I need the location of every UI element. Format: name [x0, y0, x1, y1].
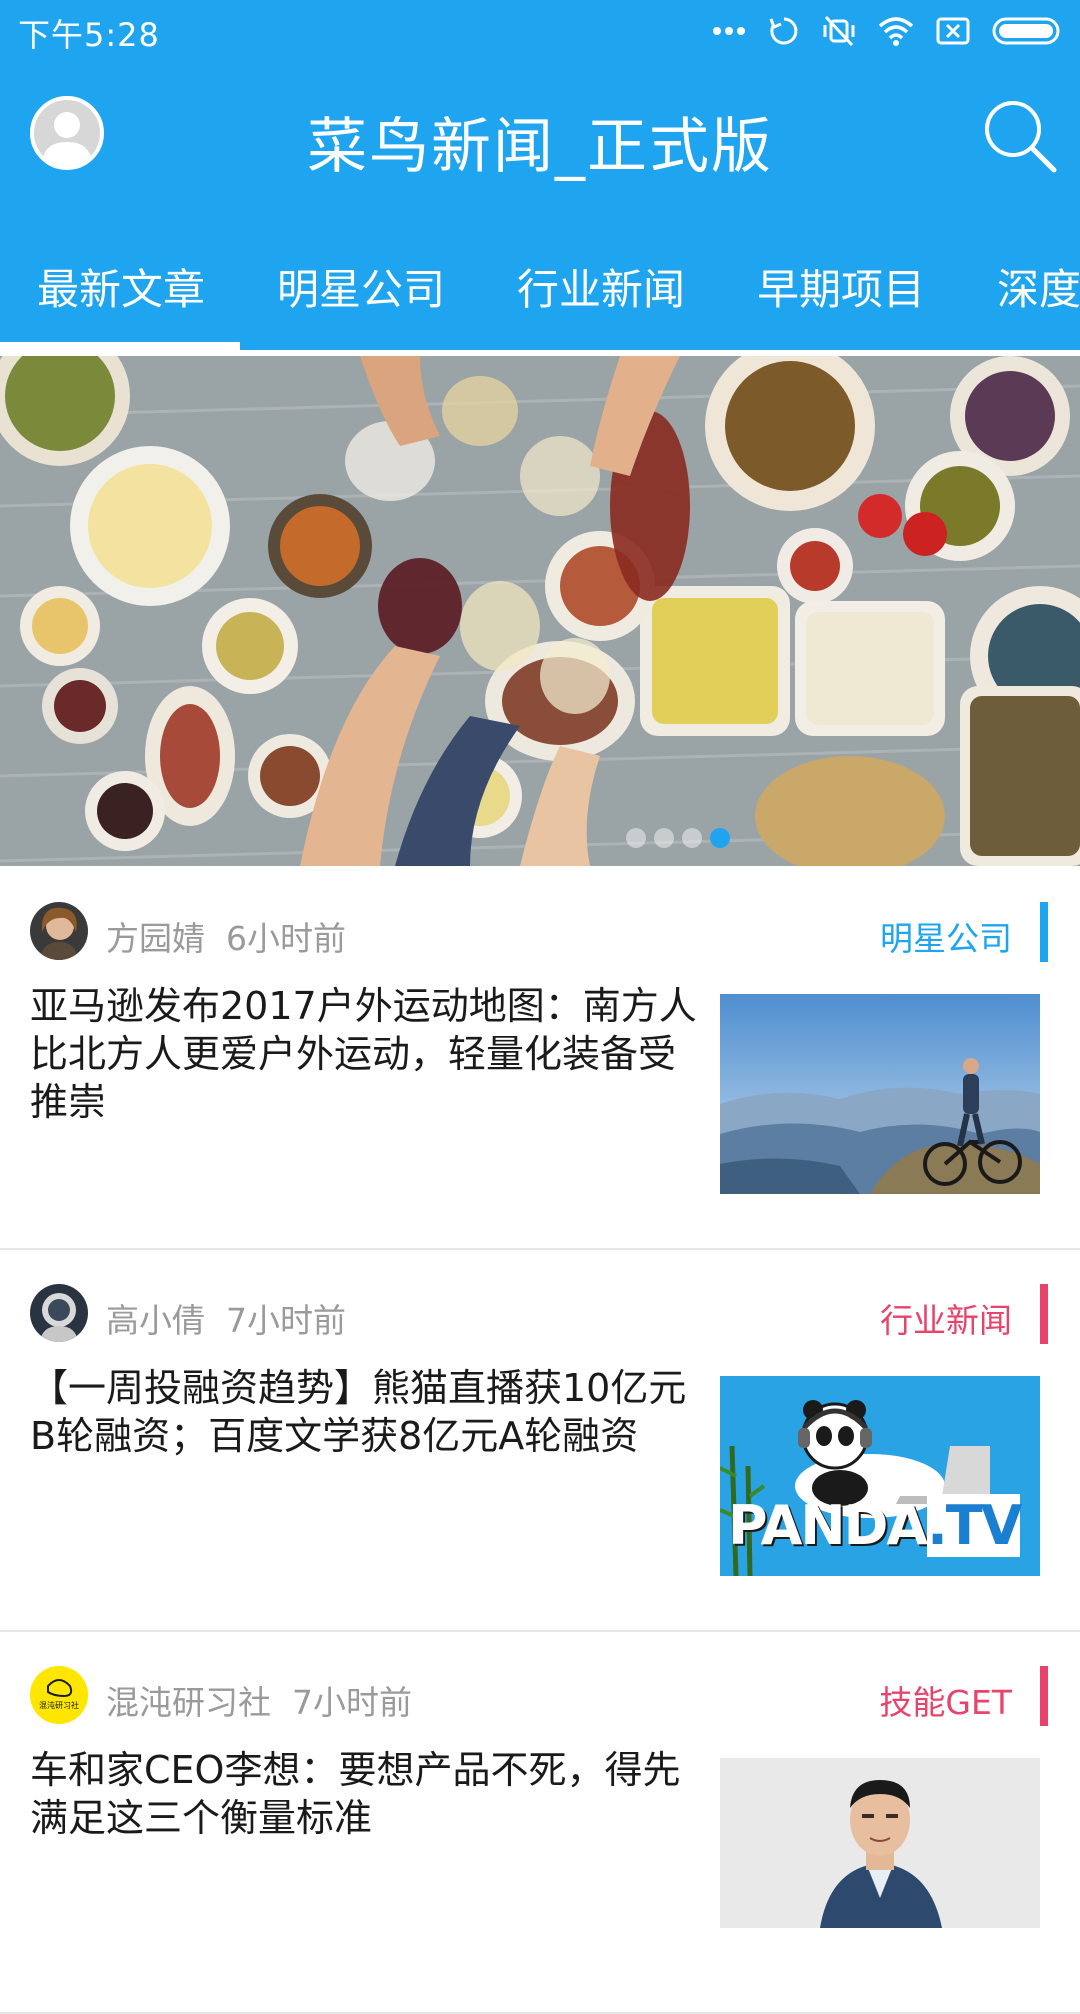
more-dots-icon	[713, 27, 745, 35]
no-sim-icon	[936, 17, 970, 45]
panda-logo-text: PANDA.TV	[728, 1494, 1022, 1557]
author-avatar-image	[30, 1284, 88, 1342]
article-title[interactable]: 【一周投融资趋势】熊猫直播获10亿元B轮融资；百度文学获8亿元A轮融资	[30, 1364, 710, 1460]
category-bar	[1040, 1666, 1048, 1726]
article-thumbnail[interactable]: PANDA.TV	[720, 1376, 1040, 1576]
tab-early-projects[interactable]: 早期项目	[757, 256, 925, 317]
category-bar	[1040, 902, 1048, 962]
banner-image	[0, 356, 1080, 866]
article-title[interactable]: 亚马逊发布2017户外运动地图：南方人比北方人更爱户外运动，轻量化装备受推崇	[30, 982, 710, 1126]
carousel-dot[interactable]	[626, 828, 646, 848]
article-meta: 混沌研习社 混沌研习社 7小时前 技能GET	[30, 1666, 1050, 1726]
article-thumbnail[interactable]	[720, 994, 1040, 1194]
article-card[interactable]: 高小倩 7小时前 行业新闻 【一周投融资趋势】熊猫直播获10亿元B轮融资；百度文…	[0, 1248, 1080, 1632]
carousel-dot-active[interactable]	[710, 828, 730, 848]
author-avatar-image: 混沌研习社	[30, 1666, 88, 1724]
banner-carousel[interactable]	[0, 356, 1080, 866]
author-avatar[interactable]	[30, 902, 88, 960]
sync-icon	[769, 17, 798, 45]
status-icons	[712, 14, 1062, 48]
article-meta: 高小倩 7小时前 行业新闻	[30, 1284, 1050, 1344]
thumbnail-image	[720, 994, 1040, 1194]
tab-indicator	[0, 342, 240, 350]
search-button[interactable]	[980, 96, 1058, 174]
category-label[interactable]: 行业新闻	[880, 1294, 1012, 1342]
category-bar	[1040, 1284, 1048, 1344]
author-avatar[interactable]	[30, 1284, 88, 1342]
battery-icon	[992, 17, 1060, 45]
status-time: 下午5:28	[18, 16, 160, 54]
tab-depth[interactable]: 深度	[997, 256, 1080, 317]
avatar-brand-text: 混沌研习社	[39, 1700, 79, 1710]
tab-industry-news[interactable]: 行业新闻	[517, 256, 685, 317]
article-thumbnail[interactable]	[720, 1758, 1040, 1928]
app-bar: 菜鸟新闻_正式版	[0, 60, 1080, 210]
tab-latest[interactable]: 最新文章	[37, 256, 205, 317]
category-tabs: 最新文章 明星公司 行业新闻 早期项目 深度	[0, 210, 1080, 350]
author-avatar[interactable]: 混沌研习社	[30, 1666, 88, 1724]
wifi-icon	[878, 17, 914, 46]
article-card[interactable]: 方园婧 6小时前 明星公司 亚马逊发布2017户外运动地图：南方人比北方人更爱户…	[0, 866, 1080, 1250]
article-card[interactable]: 混沌研习社 混沌研习社 7小时前 技能GET 车和家CEO李想：要想产品不死，得…	[0, 1630, 1080, 2014]
carousel-dots	[626, 828, 730, 848]
carousel-dot[interactable]	[682, 828, 702, 848]
author-name: 混沌研习社 7小时前	[106, 1683, 412, 1722]
category-label[interactable]: 明星公司	[880, 912, 1012, 960]
search-icon	[985, 101, 1057, 173]
carousel-dot[interactable]	[654, 828, 674, 848]
category-label[interactable]: 技能GET	[879, 1676, 1012, 1724]
author-avatar-image	[30, 902, 88, 960]
app-title: 菜鸟新闻_正式版	[307, 112, 773, 182]
author-name: 方园婧 6小时前	[106, 919, 346, 958]
thumbnail-image	[720, 1758, 1040, 1928]
article-meta: 方园婧 6小时前 明星公司	[30, 902, 1050, 962]
mute-vibrate-icon	[823, 15, 855, 47]
article-title[interactable]: 车和家CEO李想：要想产品不死，得先满足这三个衡量标准	[30, 1746, 710, 1842]
author-name: 高小倩 7小时前	[106, 1301, 346, 1340]
status-bar: 下午5:28	[0, 0, 1080, 60]
tab-star-companies[interactable]: 明星公司	[277, 256, 445, 317]
